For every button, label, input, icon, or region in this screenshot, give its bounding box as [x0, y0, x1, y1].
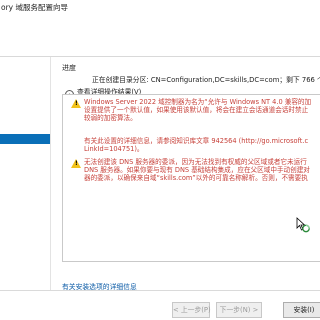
nav-step[interactable] [0, 70, 50, 80]
message-line: LinkId=104751)。 [84, 145, 144, 154]
busy-cursor-icon [296, 217, 310, 235]
nav-step[interactable] [0, 87, 50, 97]
message-line: 器的委派，以确保来自域“skills.com”以外的可靠名称解析。否则，不需要执 [84, 174, 308, 183]
back-button[interactable]: < 上一步(P) [172, 302, 211, 318]
results-panel: Windows Server 2022 域控制器为名为“允许与 Windows … [62, 94, 320, 262]
message-line: 有关此设置的详细信息，请参阅知识库文章 942564 (http://go.mi… [84, 137, 309, 145]
message-3: 无法创建该 DNS 服务器的委派，因为无法找到有权威的父区域或者它未运行 DNS… [84, 158, 320, 183]
nav-divider [50, 57, 51, 290]
footer-divider [0, 290, 320, 291]
window-title: ory 域服务配置向导 [1, 3, 68, 12]
nav-step-active[interactable] [0, 134, 50, 144]
progress-heading: 进度 [62, 64, 76, 72]
warning-icon [71, 99, 81, 108]
next-button[interactable]: 下一步(N) > [216, 302, 262, 318]
install-button[interactable]: 安装(I) [283, 302, 320, 318]
message-1: Windows Server 2022 域控制器为名为“允许与 Windows … [84, 98, 320, 123]
nav-step[interactable] [0, 117, 50, 127]
warning-icon [71, 159, 81, 168]
wizard-step-nav [0, 57, 50, 290]
banner-area [0, 14, 320, 56]
message-line: 无法创建该 DNS 服务器的委派，因为无法找到有权威的父区域或者它未运行 [84, 158, 307, 166]
message-line: 较弱的加密算法。 [84, 114, 137, 123]
nav-step[interactable] [0, 102, 50, 112]
message-line: Windows Server 2022 域控制器为名为“允许与 Windows … [84, 98, 312, 106]
title-bar: ory 域服务配置向导 [0, 0, 320, 14]
progress-status: 正在创建目录分区: CN=Configuration,DC=skills,DC=… [92, 76, 320, 84]
message-2: 有关此设置的详细信息，请参阅知识库文章 942564 (http://go.mi… [84, 137, 320, 153]
